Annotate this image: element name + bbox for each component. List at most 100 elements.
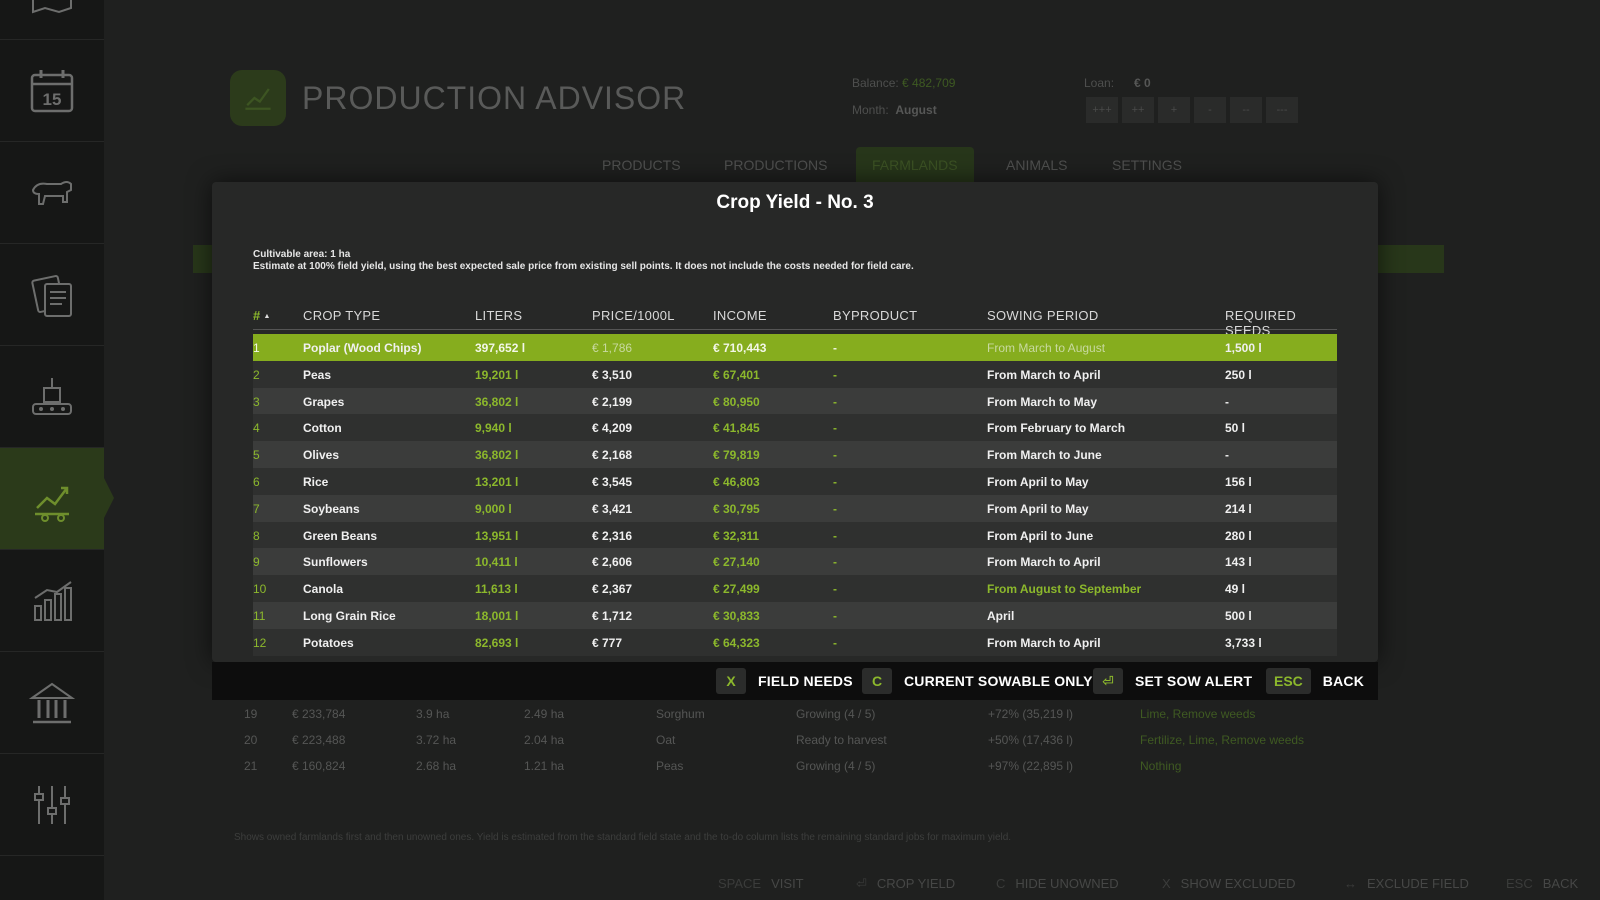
cell-sowing-period: From March to April [987,635,1101,650]
show-excluded-key-button[interactable]: X SHOW EXCLUDED [1162,876,1296,891]
key-cap-esc: ESC [1266,668,1311,694]
column-header-sowing-period[interactable]: SOWING PERIOD [987,308,1099,323]
cell-number: 8 [253,528,260,543]
current-sowable-only-button[interactable]: C CURRENT SOWABLE ONLY [862,668,1093,694]
table-row[interactable]: 12 Potatoes 82,693 l € 777 € 64,323 - From Mar… [253,628,1337,656]
cell-income: € 30,795 [713,501,760,516]
game-screen: 15 PRODUCTION ADVISOR Balance: € 482,709… [0,0,1600,900]
cell-income: € 79,819 [713,448,760,463]
cell-price: € 3,545 [592,474,633,489]
calendar-icon[interactable]: 15 [0,40,104,142]
column-header-crop-type[interactable]: CROP TYPE [303,308,380,323]
cell-byproduct: - [833,555,837,570]
crop-yield-key-button[interactable]: ⏎ CROP YIELD [856,876,955,892]
back-key-button[interactable]: ESC BACK [1506,876,1578,891]
field-needs-button[interactable]: X FIELD NEEDS [716,668,853,694]
table-row[interactable]: 21 € 160,824 2.68 ha 1.21 ha Peas Growin… [244,759,1344,779]
cell-liters: 13,951 l [475,528,519,543]
tab-settings[interactable]: SETTINGS [1096,147,1198,183]
cell-price: € 3,510 [592,367,633,382]
cell-crop-type: Poplar (Wood Chips) [303,341,422,355]
hide-unowned-key-button[interactable]: C HIDE UNOWNED [996,876,1119,891]
table-row[interactable]: 4 Cotton 9,940 l € 4,209 € 41,845 - From Febru… [253,414,1337,442]
table-body: 1 Poplar (Wood Chips) 397,652 l € 1,786 € 71… [253,334,1337,656]
cell-sowing-period: April [987,608,1015,623]
table-row[interactable]: 10 Canola 11,613 l € 2,367 € 27,499 - From Aug… [253,575,1337,602]
column-header-price[interactable]: PRICE/1000L [592,308,675,323]
loan-button-minus2[interactable]: -- [1230,97,1262,123]
cell-price: € 2,367 [592,582,633,597]
cell-liters: 36,802 l [475,448,519,463]
map-icon[interactable] [0,0,104,40]
animals-icon[interactable] [0,142,104,244]
table-row[interactable]: 7 Soybeans 9,000 l € 3,421 € 30,795 - From Apr… [253,494,1337,522]
cell-sowing-period: From February to March [987,421,1126,436]
column-header-liters[interactable]: LITERS [475,308,522,323]
cell-byproduct: - [833,608,837,623]
cell-income: € 27,140 [713,555,760,570]
cell-byproduct: - [833,474,837,489]
set-sow-alert-button[interactable]: ⏎ SET SOW ALERT [1093,668,1252,694]
tab-productions[interactable]: PRODUCTIONS [708,147,843,183]
column-header-byproduct[interactable]: BYPRODUCT [833,308,917,323]
cell-liters: 13,201 l [475,474,519,489]
cell-sowing-period: From March to May [987,394,1098,409]
cell-sowing-period: From April to May [987,474,1089,489]
cell-income: € 32,311 [713,528,760,543]
loan-button-plus1[interactable]: + [1158,97,1190,123]
table-row[interactable]: 19 € 233,784 3.9 ha 2.49 ha Sorghum Grow… [244,707,1344,727]
loan-button-plus2[interactable]: ++ [1122,97,1154,123]
table-row[interactable]: 5 Olives 36,802 l € 2,168 € 79,819 - From Marc… [253,441,1337,468]
cell-number: 11 [253,608,266,623]
column-header-income[interactable]: INCOME [713,308,767,323]
table-row[interactable]: 20 € 223,488 3.72 ha 2.04 ha Oat Ready t… [244,733,1344,753]
table-row[interactable]: 3 Grapes 36,802 l € 2,199 € 80,950 - From Marc… [253,387,1337,415]
production-advisor-icon[interactable] [0,448,114,550]
column-header-number[interactable]: # [253,308,271,323]
table-row[interactable]: 9 Sunflowers 10,411 l € 2,606 € 27,140 - From … [253,548,1337,576]
cell-crop-type: Canola [303,582,344,597]
production-advisor-logo-icon [230,70,286,126]
visit-key-button[interactable]: SPACE VISIT [718,876,804,891]
back-button[interactable]: ESC BACK [1266,668,1364,694]
tab-animals[interactable]: ANIMALS [990,147,1083,183]
cell-crop-type: Grapes [303,394,345,409]
cell-number: 9 [253,555,260,570]
cell-number: 1 [253,341,260,355]
loan-button-plus3[interactable]: +++ [1086,97,1118,123]
cell-required-seeds: 214 l [1225,501,1252,516]
cell-required-seeds: - [1225,394,1229,409]
cell-crop-type: Peas [303,367,332,382]
finances-icon[interactable] [0,652,104,754]
tab-products[interactable]: PRODUCTS [586,147,697,183]
cell-crop-type: Sunflowers [303,555,368,570]
table-row[interactable]: 8 Green Beans 13,951 l € 2,316 € 32,311 - From… [253,521,1337,549]
cell-liters: 18,001 l [475,608,519,623]
cell-required-seeds: 1,500 l [1225,341,1262,355]
cell-liters: 397,652 l [475,341,526,355]
table-row[interactable]: 6 Rice 13,201 l € 3,545 € 46,803 - From April … [253,467,1337,495]
exclude-field-key-button[interactable]: ↔ EXCLUDE FIELD [1344,876,1469,891]
cell-price: € 1,786 [592,341,633,355]
statistics-icon[interactable] [0,550,104,652]
table-header: # CROP TYPE LITERS PRICE/1000L INCOME BY… [253,300,1337,338]
table-row[interactable]: 1 Poplar (Wood Chips) 397,652 l € 1,786 € 71… [253,334,1337,361]
cell-sowing-period: From March to August [987,341,1106,355]
cell-crop-type: Long Grain Rice [303,608,396,623]
settings-icon[interactable] [0,754,104,856]
contracts-icon[interactable] [0,244,104,346]
table-row[interactable]: 2 Peas 19,201 l € 3,510 € 67,401 - From March … [253,360,1337,388]
loan-button-minus1[interactable]: - [1194,97,1226,123]
estimate-note-text: Estimate at 100% field yield, using the … [253,261,914,272]
tab-farmlands[interactable]: FARMLANDS [856,147,974,183]
table-row[interactable]: 11 Long Grain Rice 18,001 l € 1,712 € 30,833… [253,601,1337,629]
loan-button-minus3[interactable]: --- [1266,97,1298,123]
dialog-title: Crop Yield - No. 3 [716,192,874,213]
cell-sowing-period: From April to June [987,528,1094,543]
page-title: PRODUCTION ADVISOR [302,80,687,116]
loan-stat: Loan: € 0 [1084,76,1151,90]
production-icon[interactable] [0,346,104,448]
cell-number: 10 [253,582,267,597]
cultivable-area-text: Cultivable area: 1 ha [253,249,351,260]
cell-crop-type: Potatoes [303,635,354,650]
